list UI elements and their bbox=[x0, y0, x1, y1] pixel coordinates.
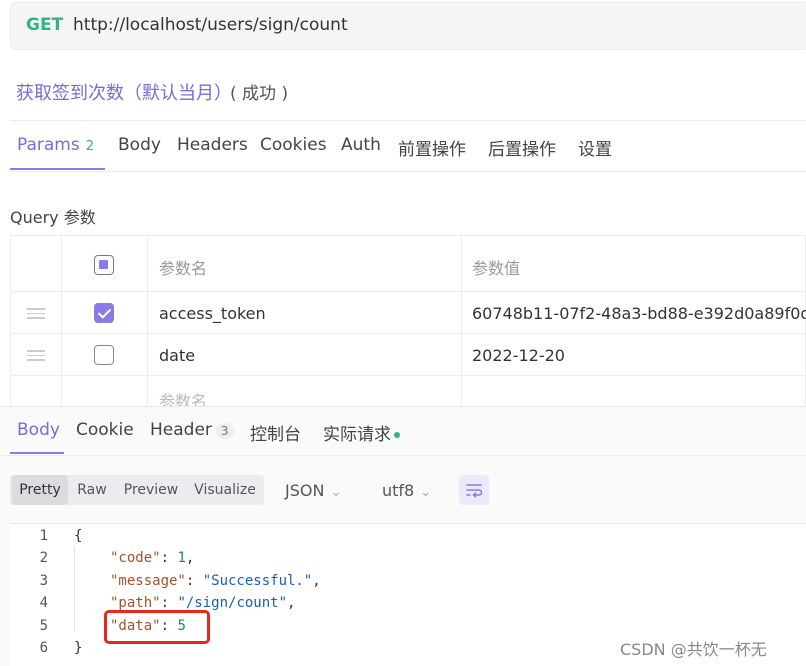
encoding-value: utf8 bbox=[382, 481, 415, 500]
tab-body[interactable]: Body bbox=[118, 135, 161, 155]
active-tab-indicator bbox=[10, 452, 64, 454]
response-tab-cookie[interactable]: Cookie bbox=[76, 420, 134, 440]
tab-auth[interactable]: Auth bbox=[341, 135, 381, 155]
comma: , bbox=[185, 550, 195, 566]
divider bbox=[61, 235, 62, 407]
line-number: 2 bbox=[39, 550, 48, 566]
divider bbox=[10, 120, 806, 121]
response-tab-body[interactable]: Body bbox=[17, 420, 60, 440]
tab-headers[interactable]: Headers bbox=[177, 135, 248, 155]
param-enabled-checkbox[interactable] bbox=[94, 345, 114, 365]
drag-handle-icon[interactable] bbox=[27, 308, 45, 319]
json-value: 1 bbox=[177, 550, 186, 566]
param-name-field[interactable]: access_token bbox=[159, 304, 266, 323]
divider bbox=[10, 171, 806, 172]
line-number: 4 bbox=[39, 595, 48, 611]
code-line: "path": "/sign/count", bbox=[110, 595, 296, 611]
tab-post-script[interactable]: 后置操作 bbox=[488, 135, 556, 160]
json-value: "Successful." bbox=[202, 573, 313, 589]
comma: , bbox=[312, 573, 321, 589]
api-name[interactable]: 获取签到次数（默认当月） bbox=[16, 79, 232, 105]
view-mode-pretty[interactable]: Pretty bbox=[12, 475, 68, 505]
line-number: 3 bbox=[39, 573, 48, 589]
tab-cookies[interactable]: Cookies bbox=[260, 135, 327, 155]
drag-handle-icon[interactable] bbox=[27, 350, 45, 361]
view-mode-preview[interactable]: Preview bbox=[118, 475, 184, 505]
header-count-badge: 3 bbox=[215, 423, 234, 439]
tab-pre-script[interactable]: 前置操作 bbox=[398, 135, 466, 160]
code-line: { bbox=[74, 528, 82, 544]
line-number: 1 bbox=[39, 528, 48, 544]
query-section-title: Query 参数 bbox=[10, 208, 96, 227]
brace: } bbox=[74, 640, 83, 656]
brace: { bbox=[74, 528, 83, 544]
active-tab-indicator bbox=[10, 168, 105, 170]
json-key: "code" bbox=[110, 550, 161, 566]
response-tab-header[interactable]: Header 3 bbox=[150, 420, 234, 440]
column-header-name: 参数名 bbox=[159, 259, 208, 278]
code-line: "code": 1, bbox=[110, 550, 195, 566]
format-select[interactable]: JSON ⌄ bbox=[285, 481, 341, 500]
response-tab-actual-request[interactable]: 实际请求 bbox=[323, 420, 400, 445]
encoding-select[interactable]: utf8 ⌄ bbox=[382, 481, 431, 500]
divider bbox=[10, 333, 806, 334]
param-name-field[interactable]: date bbox=[159, 346, 195, 365]
code-line: } bbox=[74, 640, 82, 656]
status-dot-icon bbox=[394, 432, 400, 438]
tab-params[interactable]: Params 2 bbox=[17, 135, 94, 155]
column-header-value: 参数值 bbox=[472, 259, 521, 278]
chevron-down-icon: ⌄ bbox=[420, 485, 432, 500]
json-key: "path" bbox=[110, 595, 161, 611]
format-value: JSON bbox=[285, 481, 325, 500]
json-value: "/sign/count" bbox=[177, 595, 288, 611]
json-key: "message" bbox=[110, 573, 186, 589]
highlight-annotation-box bbox=[104, 610, 210, 644]
view-mode-raw[interactable]: Raw bbox=[70, 475, 114, 505]
divider bbox=[461, 235, 462, 407]
divider bbox=[10, 375, 806, 376]
response-tab-console[interactable]: 控制台 bbox=[250, 420, 301, 445]
comma: , bbox=[287, 595, 296, 611]
url-input[interactable]: http://localhost/users/sign/count bbox=[73, 15, 348, 35]
param-value-field[interactable]: 2022-12-20 bbox=[472, 346, 565, 365]
wrap-icon bbox=[466, 484, 483, 498]
watermark: CSDN @共饮一杯无 bbox=[620, 640, 767, 659]
params-count-badge: 2 bbox=[85, 139, 95, 154]
code-line: "message": "Successful.", bbox=[110, 573, 321, 589]
http-method-label[interactable]: GET bbox=[26, 15, 63, 35]
param-enabled-checkbox[interactable] bbox=[94, 303, 114, 323]
param-value-field[interactable]: 60748b11-07f2-48a3-bd88-e392d0a89f0d bbox=[472, 304, 806, 323]
tab-label: Header bbox=[150, 420, 212, 440]
tab-label: 实际请求 bbox=[323, 425, 391, 445]
tab-label: Params bbox=[17, 135, 80, 155]
chevron-down-icon: ⌄ bbox=[330, 485, 342, 500]
tab-settings[interactable]: 设置 bbox=[578, 135, 612, 160]
line-number: 6 bbox=[39, 640, 48, 656]
line-number: 5 bbox=[39, 618, 48, 634]
divider bbox=[147, 235, 148, 407]
select-all-checkbox[interactable] bbox=[94, 255, 114, 275]
api-status: ( 成功 ) bbox=[230, 84, 289, 104]
view-mode-visualize[interactable]: Visualize bbox=[188, 475, 262, 505]
divider bbox=[0, 455, 806, 456]
indent-guide bbox=[74, 546, 75, 632]
word-wrap-button[interactable] bbox=[459, 475, 489, 505]
divider bbox=[10, 291, 806, 292]
